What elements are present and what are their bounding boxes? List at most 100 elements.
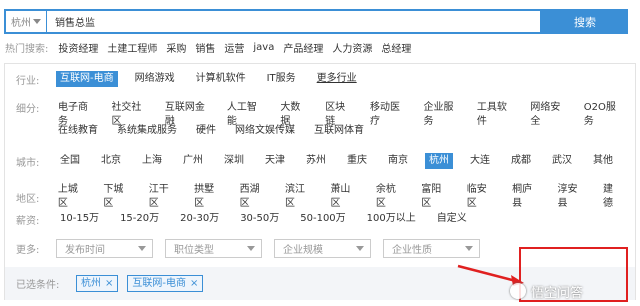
hot-searches-label: 热门搜索: [5, 43, 49, 55]
subdivision-row: 细分: [16, 100, 56, 115]
district-option[interactable]: 萧山区 [326, 182, 362, 212]
subdivision-option[interactable]: 网络安全 [526, 100, 568, 130]
salary-option[interactable]: 50-100万 [296, 211, 349, 227]
city-row: 城市: 全国 北京 上海 广州 深圳 天津 苏州 重庆 南京 杭州 大连 成都 … [16, 153, 630, 169]
city-option[interactable]: 苏州 [302, 153, 330, 169]
hot-search-item[interactable]: 总经理 [381, 40, 411, 55]
district-option[interactable]: 江干区 [145, 182, 181, 212]
district-option[interactable]: 拱墅区 [190, 182, 226, 212]
industry-option-selected[interactable]: 互联网-电商 [56, 71, 118, 87]
city-option[interactable]: 其他 [589, 153, 617, 169]
company-type-dropdown[interactable]: 企业性质 [383, 239, 480, 258]
selected-conditions-label: 已选条件: [16, 280, 60, 291]
district-option[interactable]: 滨江区 [281, 182, 317, 212]
district-option[interactable]: 上城区 [54, 182, 90, 212]
subdivision-options-row2: 在线教育 系统集成服务 硬件 网络文娱传媒 互联网体育 [54, 123, 379, 139]
publish-time-dropdown[interactable]: 发布时间 [56, 239, 153, 258]
subdivision-option[interactable]: 互联网体育 [310, 123, 368, 139]
salary-row: 薪资: 10-15万 15-20万 20-30万 30-50万 50-100万 … [16, 211, 484, 227]
selected-conditions: 已选条件: 杭州 × 互联网-电商 × [16, 275, 212, 292]
chevron-down-icon [356, 246, 364, 251]
district-option[interactable]: 桐庐县 [508, 182, 544, 212]
dropdown-label: 企业性质 [392, 245, 432, 256]
city-option[interactable]: 广州 [179, 153, 207, 169]
search-input[interactable] [46, 9, 542, 34]
salary-label: 薪资: [16, 215, 40, 227]
watermark: 悟空问答 [510, 280, 622, 302]
city-option[interactable]: 武汉 [548, 153, 576, 169]
company-size-dropdown[interactable]: 企业规模 [274, 239, 371, 258]
hot-search-item[interactable]: 土建工程师 [107, 40, 157, 55]
subdivision-option[interactable]: 网络文娱传媒 [231, 123, 299, 139]
city-label: 城市: [16, 157, 40, 169]
dropdown-label: 发布时间 [65, 245, 105, 256]
more-filters-label: 更多: [16, 245, 40, 256]
more-industries-link[interactable]: 更多行业 [313, 71, 361, 87]
district-option[interactable]: 临安区 [463, 182, 499, 212]
district-row: 地区: 上城区 下城区 江干区 拱墅区 西湖区 滨江区 萧山区 余杭区 富阳区 … [16, 182, 635, 212]
search-bar: 杭州 搜索 [4, 9, 628, 34]
dropdown-label: 企业规模 [283, 245, 323, 256]
hot-search-item[interactable]: 采购 [166, 40, 186, 55]
salary-option[interactable]: 100万以上 [363, 211, 420, 227]
city-option[interactable]: 北京 [97, 153, 125, 169]
city-option[interactable]: 深圳 [220, 153, 248, 169]
selected-tag-industry[interactable]: 互联网-电商 × [127, 275, 204, 292]
city-option[interactable]: 天津 [261, 153, 289, 169]
subdivision-option[interactable]: O2O服务 [580, 100, 624, 130]
hot-search-item[interactable]: java [253, 42, 274, 53]
tag-label: 互联网-电商 [132, 278, 186, 289]
subdivision-option[interactable]: 硬件 [192, 123, 220, 139]
chevron-down-icon [247, 246, 255, 251]
salary-option[interactable]: 20-30万 [176, 211, 223, 227]
city-option[interactable]: 全国 [56, 153, 84, 169]
city-option[interactable]: 重庆 [343, 153, 371, 169]
subdivision-option[interactable]: 系统集成服务 [113, 123, 181, 139]
city-select[interactable]: 杭州 [4, 9, 46, 34]
tag-label: 杭州 [81, 278, 101, 289]
district-option[interactable]: 下城区 [99, 182, 135, 212]
city-option[interactable]: 大连 [466, 153, 494, 169]
subdivision-option[interactable]: 企业服务 [419, 100, 461, 130]
hot-search-item[interactable]: 投资经理 [58, 40, 98, 55]
district-option[interactable]: 富阳区 [417, 182, 453, 212]
subdivision-label: 细分: [16, 104, 40, 115]
watermark-logo-icon [510, 283, 526, 299]
industry-option[interactable]: IT服务 [263, 71, 300, 87]
salary-option[interactable]: 自定义 [433, 211, 471, 227]
city-option-selected[interactable]: 杭州 [425, 153, 453, 169]
hot-search-item[interactable]: 运营 [224, 40, 244, 55]
district-option[interactable]: 建德 [599, 182, 626, 212]
industry-label: 行业: [16, 75, 40, 87]
city-option[interactable]: 上海 [138, 153, 166, 169]
city-option[interactable]: 南京 [384, 153, 412, 169]
district-label: 地区: [16, 193, 40, 205]
industry-row: 行业: 互联网-电商 网络游戏 计算机软件 IT服务 更多行业 [16, 71, 374, 87]
hot-search-item[interactable]: 人力资源 [332, 40, 372, 55]
hot-search-item[interactable]: 销售 [195, 40, 215, 55]
chevron-down-icon [465, 246, 473, 251]
subdivision-option[interactable]: 工具软件 [473, 100, 515, 130]
district-option[interactable]: 余杭区 [372, 182, 408, 212]
close-icon[interactable]: × [190, 277, 198, 290]
city-select-label: 杭州 [11, 18, 31, 29]
hot-searches: 热门搜索: 投资经理 土建工程师 采购 销售 运营 java 产品经理 人力资源… [5, 39, 420, 55]
job-type-dropdown[interactable]: 职位类型 [165, 239, 262, 258]
selected-tag-city[interactable]: 杭州 × [76, 275, 119, 292]
district-option[interactable]: 西湖区 [236, 182, 272, 212]
more-filters-row: 更多: 发布时间 职位类型 企业规模 企业性质 [16, 239, 492, 258]
watermark-text: 悟空问答 [531, 285, 584, 301]
industry-option[interactable]: 计算机软件 [192, 71, 250, 87]
district-option[interactable]: 淳安县 [554, 182, 590, 212]
salary-option[interactable]: 15-20万 [116, 211, 163, 227]
close-icon[interactable]: × [105, 277, 113, 290]
dropdown-label: 职位类型 [174, 245, 214, 256]
chevron-down-icon [138, 246, 146, 251]
subdivision-option[interactable]: 在线教育 [54, 123, 102, 139]
industry-option[interactable]: 网络游戏 [131, 71, 179, 87]
salary-option[interactable]: 10-15万 [56, 211, 103, 227]
city-option[interactable]: 成都 [507, 153, 535, 169]
search-button[interactable]: 搜索 [542, 9, 628, 34]
hot-search-item[interactable]: 产品经理 [283, 40, 323, 55]
salary-option[interactable]: 30-50万 [236, 211, 283, 227]
